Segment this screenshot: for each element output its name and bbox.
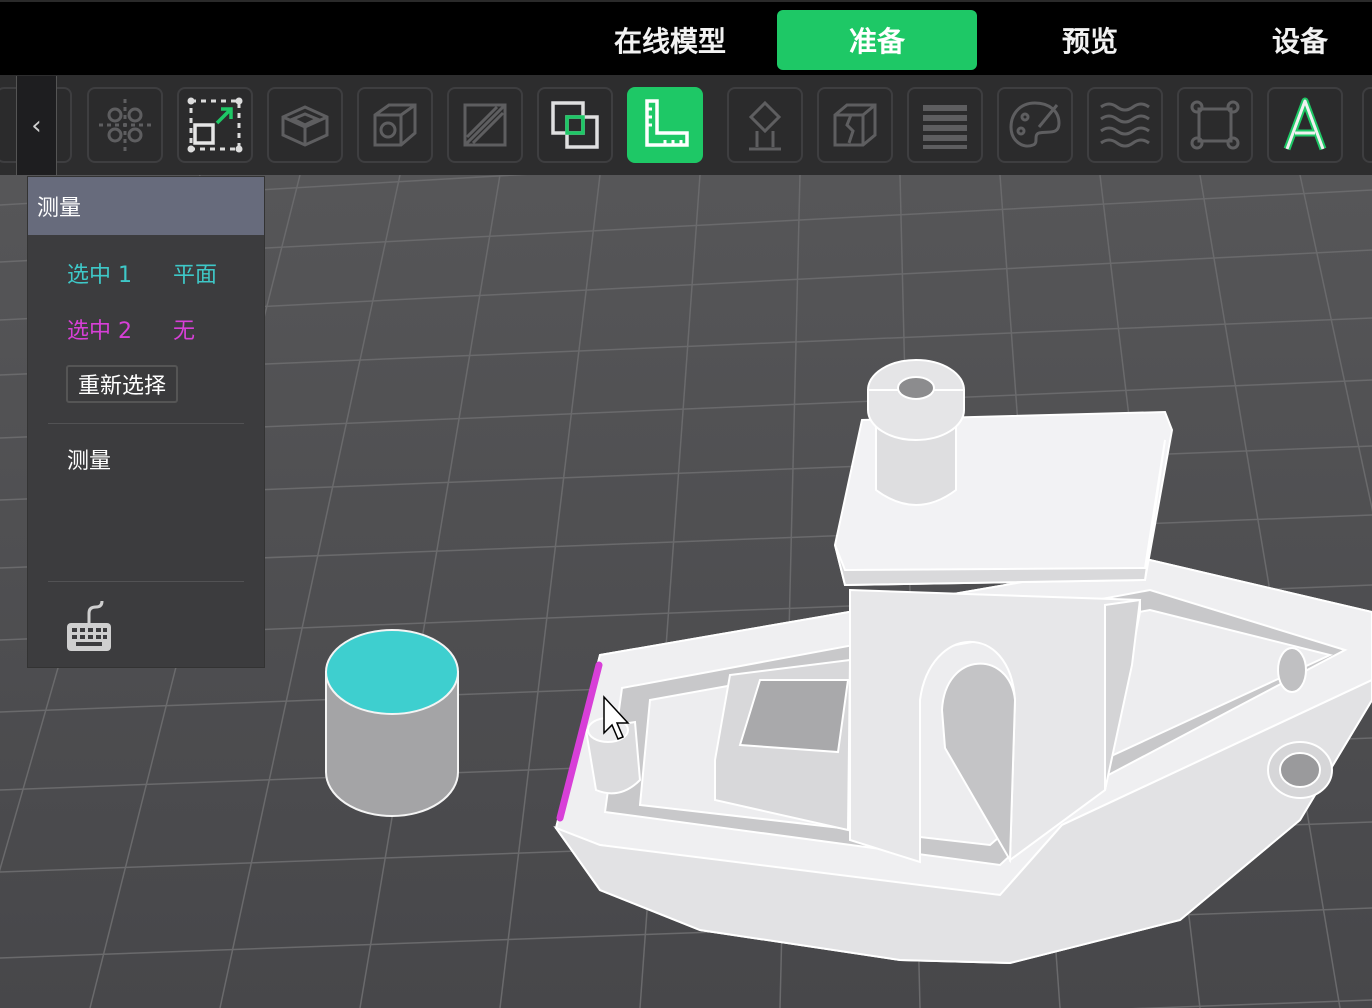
- text-icon: [1283, 97, 1327, 151]
- selection-1-row: 选中 1 平面: [67, 257, 217, 289]
- selected-top-face[interactable]: [325, 629, 459, 715]
- keyboard-icon[interactable]: [66, 599, 112, 653]
- paint-tool-button[interactable]: [997, 87, 1073, 163]
- cut-tool-button[interactable]: [447, 87, 523, 163]
- cube-icon: [373, 103, 417, 147]
- layers-tool-button[interactable]: [907, 87, 983, 163]
- tab-prepare[interactable]: 准备: [777, 10, 977, 70]
- split-icon: [833, 103, 877, 147]
- bounding-box-icon: [1190, 100, 1240, 150]
- scale-tool-button[interactable]: [177, 87, 253, 163]
- selection-1-value: 平面: [173, 263, 218, 288]
- text-tool-button[interactable]: [1267, 87, 1343, 163]
- selection-2-label: 选中 2: [67, 319, 132, 344]
- scale-icon: [187, 97, 243, 153]
- texture-icon: [1100, 102, 1150, 148]
- cube-tool-button[interactable]: [357, 87, 433, 163]
- tab-device[interactable]: 设备: [1200, 10, 1372, 70]
- boolean-icon: [551, 101, 599, 149]
- tab-preview[interactable]: 预览: [990, 10, 1190, 70]
- texture-tool-button[interactable]: [1087, 87, 1163, 163]
- split-tool-button[interactable]: [817, 87, 893, 163]
- paint-icon: [1009, 101, 1061, 148]
- overflow-tool[interactable]: [1362, 87, 1372, 163]
- cut-icon: [463, 103, 507, 147]
- measure-result-label: 测量: [67, 449, 112, 474]
- bounding-box-tool-button[interactable]: [1177, 87, 1253, 163]
- measure-icon: [645, 99, 689, 147]
- selection-2-value: 无: [173, 319, 196, 344]
- measure-tool-button[interactable]: [627, 87, 703, 163]
- arrange-tool-button[interactable]: [87, 87, 163, 163]
- hollow-tool-button[interactable]: [267, 87, 343, 163]
- cylinder-model[interactable]: [325, 629, 459, 817]
- layers-icon: [923, 105, 967, 149]
- support-tool-button[interactable]: [727, 87, 803, 163]
- boolean-tool-button[interactable]: [537, 87, 613, 163]
- divider: [48, 581, 244, 582]
- measure-panel: 测量 选中 1 平面 选中 2 无 重新选择 测量: [27, 176, 265, 668]
- selection-2-row: 选中 2 无: [67, 313, 195, 345]
- tool-toolbar: [0, 75, 1372, 175]
- hollow-icon: [281, 105, 329, 147]
- arrange-icon: [99, 99, 151, 151]
- divider: [48, 423, 244, 424]
- collapse-toolbar-button[interactable]: ‹: [16, 76, 57, 176]
- panel-title: 测量: [28, 177, 264, 235]
- top-navigation-bar: 在线模型 准备 预览 设备: [0, 0, 1372, 75]
- chevron-left-icon: ‹: [31, 111, 42, 141]
- tab-online-models[interactable]: 在线模型: [570, 10, 770, 70]
- reselect-button[interactable]: 重新选择: [66, 365, 178, 403]
- selection-1-label: 选中 1: [67, 263, 132, 288]
- support-icon: [748, 100, 782, 151]
